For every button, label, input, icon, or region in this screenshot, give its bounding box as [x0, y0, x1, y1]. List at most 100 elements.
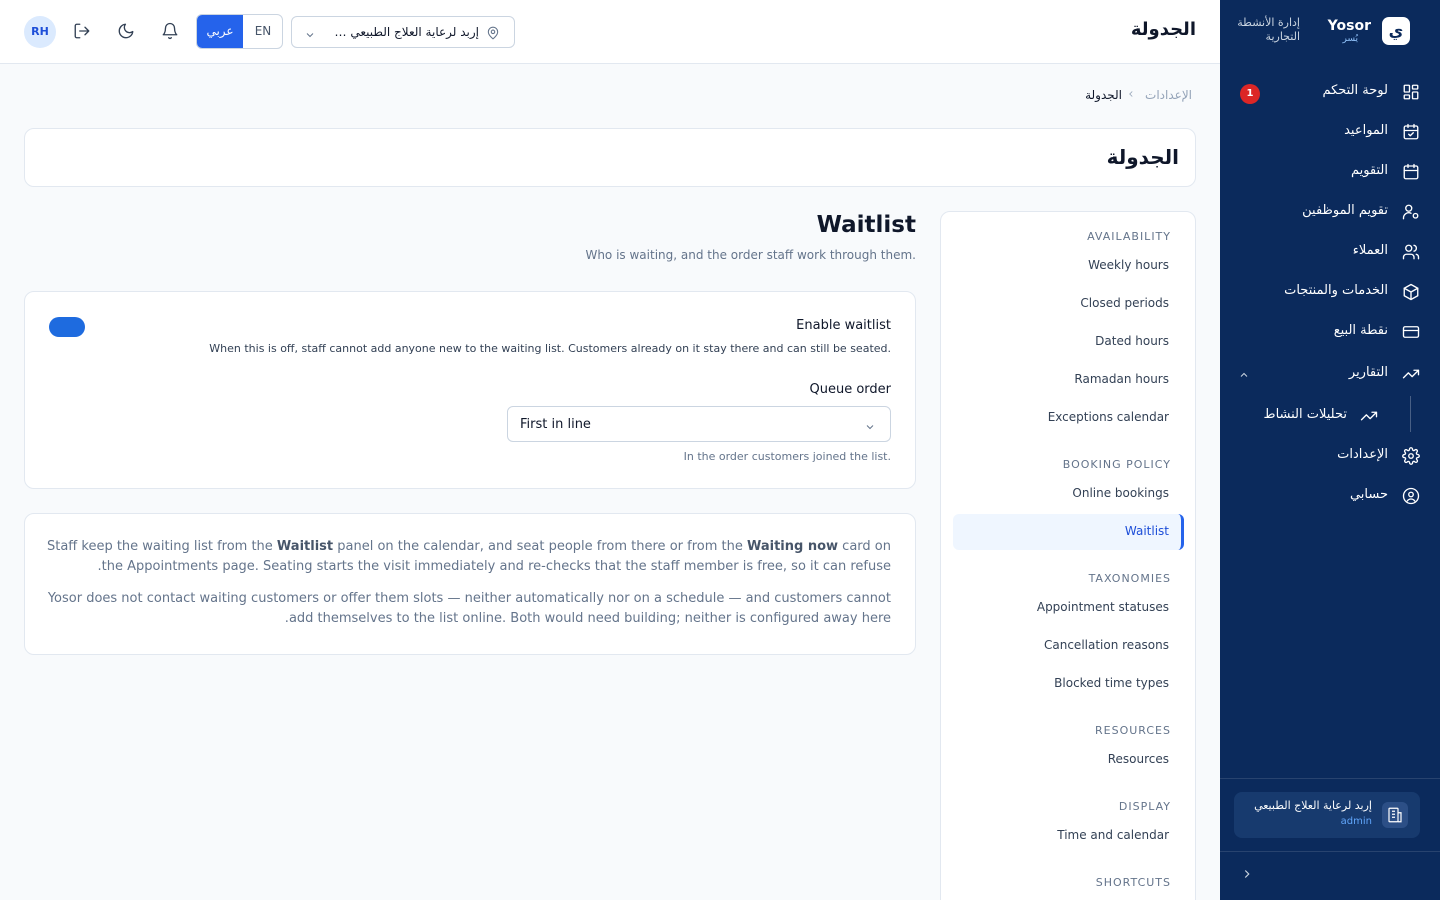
sidebar-item-services[interactable]: الخدمات والمنتجات — [1220, 272, 1440, 312]
menu-item-resources[interactable]: Resources — [1108, 752, 1169, 766]
menu-item-closed-periods[interactable]: Closed periods — [1080, 296, 1169, 310]
trending-up-icon — [1402, 365, 1420, 383]
brand-name-ar: يُسر — [1342, 34, 1359, 44]
package-icon — [1402, 283, 1420, 301]
queue-order-select[interactable]: First in line — [507, 406, 891, 442]
waitlist-info-card: Staff keep the waiting list from the Wai… — [24, 513, 916, 655]
info-waitlist-term: Waitlist — [276, 539, 334, 554]
enable-waitlist-help: When this is off, staff cannot add anyon… — [209, 342, 891, 355]
brand-tagline: إدارة الأنشطة التجارية — [1237, 16, 1300, 43]
menu-heading-availability: AVAILABILITY — [1087, 230, 1171, 243]
sidebar-item-label: التقارير — [1348, 365, 1388, 380]
sidebar-item-label: لوحة التحكم — [1322, 83, 1388, 98]
collapse-sidebar-button[interactable] — [1240, 866, 1256, 882]
lang-english-button[interactable]: EN — [243, 15, 282, 48]
enable-waitlist-label: Enable waitlist — [796, 318, 891, 333]
sidebar-item-label: التقويم — [1350, 163, 1388, 178]
chevron-down-icon — [304, 26, 318, 40]
org-role: admin — [1340, 816, 1372, 827]
menu-item-exceptions-calendar[interactable]: Exceptions calendar — [1048, 410, 1169, 424]
settings-menu: AVAILABILITY Weekly hours Closed periods… — [940, 211, 1196, 900]
map-pin-icon — [486, 25, 502, 41]
sidebar-item-label: العملاء — [1352, 243, 1388, 258]
user-circle-icon — [1402, 487, 1420, 505]
credit-card-icon — [1402, 323, 1420, 341]
brand-logo: ي — [1382, 17, 1410, 45]
moon-icon[interactable] — [117, 22, 137, 42]
queue-order-help: In the order customers joined the list. — [683, 450, 891, 463]
org-name: إربد لرعاية العلاج الطبيعي — [1254, 799, 1372, 812]
divider — [1220, 851, 1440, 852]
language-toggle: عربي EN — [196, 14, 283, 49]
topbar: الجدولة RH عربي EN إربد لرعاية العلاج ال… — [0, 0, 1220, 64]
chevron-left-icon — [1126, 88, 1138, 102]
menu-item-blocked-time-types[interactable]: Blocked time types — [1054, 676, 1169, 690]
queue-order-value: First in line — [520, 417, 591, 432]
menu-item-appointment-statuses[interactable]: Appointment statuses — [1037, 600, 1169, 614]
sidebar-item-label: تقويم الموظفين — [1302, 203, 1388, 218]
sidebar-item-clients[interactable]: العملاء — [1220, 232, 1440, 272]
info-waiting-now-term: Waiting now — [746, 539, 839, 554]
avatar[interactable]: RH — [24, 16, 56, 48]
sidebar: ي Yosor يُسر إدارة الأنشطة التجارية لوحة… — [1220, 0, 1440, 900]
user-settings-icon — [1402, 203, 1420, 221]
bell-icon[interactable] — [161, 22, 181, 42]
menu-item-online-bookings[interactable]: Online bookings — [1072, 486, 1169, 500]
menu-item-ramadan-hours[interactable]: Ramadan hours — [1074, 372, 1169, 386]
divider — [1220, 778, 1440, 779]
sidebar-item-pos[interactable]: نقطة البيع — [1220, 312, 1440, 352]
sidebar-item-dashboard[interactable]: لوحة التحكم 1 — [1220, 72, 1440, 112]
notification-badge: 1 — [1240, 84, 1260, 104]
logout-icon[interactable] — [73, 22, 93, 42]
lang-arabic-button[interactable]: عربي — [197, 15, 243, 48]
sidebar-item-label: نقطة البيع — [1333, 323, 1388, 338]
menu-item-time-and-calendar[interactable]: Time and calendar — [1057, 828, 1169, 842]
submenu-line — [1410, 396, 1411, 432]
menu-heading-display: DISPLAY — [1118, 800, 1171, 813]
breadcrumb-settings-link[interactable]: الإعدادات — [1145, 88, 1192, 102]
enable-waitlist-toggle[interactable] — [49, 317, 85, 337]
sidebar-item-label: الإعدادات — [1337, 447, 1388, 462]
sidebar-item-reports[interactable]: التقارير — [1220, 354, 1440, 394]
menu-heading-taxonomies: TAXONOMIES — [1088, 572, 1171, 585]
sidebar-item-label: حسابي — [1349, 487, 1388, 502]
org-switcher[interactable]: إربد لرعاية العلاج الطبيعي admin — [1234, 792, 1420, 838]
sidebar-item-calendar[interactable]: التقويم — [1220, 152, 1440, 192]
calendar-check-icon — [1402, 123, 1420, 141]
sidebar-item-settings[interactable]: الإعدادات — [1220, 436, 1440, 476]
gear-icon — [1402, 447, 1420, 465]
queue-order-label: Queue order — [809, 382, 891, 397]
sidebar-subitem-activity-analytics[interactable]: تحليلات النشاط — [1220, 396, 1440, 436]
sidebar-item-appointments[interactable]: المواعيد — [1220, 112, 1440, 152]
trending-up-icon — [1360, 407, 1378, 425]
brand-name: Yosor — [1327, 18, 1371, 34]
page-header-title: الجدولة — [1130, 19, 1196, 40]
sidebar-item-staff-calendar[interactable]: تقويم الموظفين — [1220, 192, 1440, 232]
calendar-icon — [1402, 163, 1420, 181]
waitlist-settings-card: Enable waitlist When this is off, staff … — [24, 291, 916, 489]
menu-item-dated-hours[interactable]: Dated hours — [1095, 334, 1169, 348]
info-paragraph: Staff keep the waiting list from the Wai… — [46, 539, 891, 574]
chevron-down-icon — [864, 418, 878, 432]
sidebar-item-label: تحليلات النشاط — [1263, 407, 1347, 422]
menu-item-label: Waitlist — [1124, 524, 1169, 538]
section-subtitle: Who is waiting, and the order staff work… — [585, 248, 916, 262]
location-select[interactable]: إربد لرعاية العلاج الطبيعي — ... — [291, 16, 515, 48]
brand[interactable]: ي Yosor يُسر إدارة الأنشطة التجارية — [1237, 14, 1410, 50]
menu-heading-resources: RESOURCES — [1095, 724, 1171, 737]
dashboard-icon — [1402, 83, 1420, 101]
location-value: إربد لرعاية العلاج الطبيعي — ... — [329, 25, 479, 39]
menu-item-waitlist[interactable]: Waitlist — [953, 514, 1184, 550]
menu-heading-shortcuts: SHORTCUTS — [1095, 876, 1171, 889]
sidebar-item-label: الخدمات والمنتجات — [1284, 283, 1388, 298]
sidebar-item-my-account[interactable]: حسابي — [1220, 476, 1440, 516]
users-icon — [1402, 243, 1420, 261]
page-title: الجدولة — [1106, 145, 1179, 169]
sidebar-item-label: المواعيد — [1344, 123, 1388, 138]
menu-item-cancellation-reasons[interactable]: Cancellation reasons — [1044, 638, 1169, 652]
menu-item-weekly-hours[interactable]: Weekly hours — [1088, 258, 1169, 272]
building-icon — [1382, 802, 1408, 828]
breadcrumb-current: الجدولة — [1085, 88, 1122, 102]
chevron-up-icon[interactable] — [1238, 366, 1254, 382]
menu-heading-booking-policy: BOOKING POLICY — [1062, 458, 1171, 471]
